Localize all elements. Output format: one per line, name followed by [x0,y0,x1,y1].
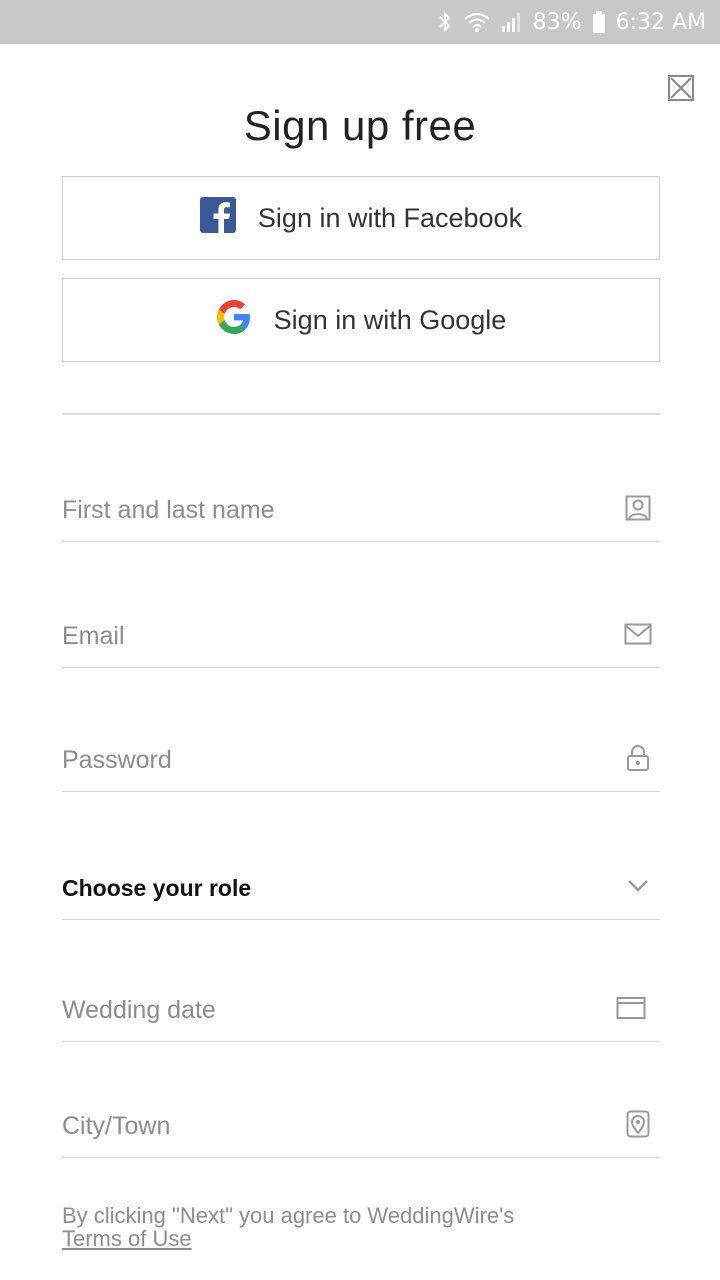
legal-notice: By clicking "Next" you agree to WeddingW… [62,1204,662,1250]
terms-of-use-link[interactable]: Terms of Use [62,1226,192,1251]
name-field [62,488,660,542]
city-field [62,1104,660,1158]
google-logo-icon [216,299,252,342]
password-input[interactable] [62,742,602,778]
role-select[interactable]: Choose your role [62,866,660,920]
city-input[interactable] [62,1108,602,1144]
wedding-date-field[interactable]: Wedding date [62,988,660,1042]
close-icon [668,75,694,101]
email-field [62,614,660,668]
wifi-icon [463,11,491,33]
calendar-icon [616,994,646,1022]
wedding-date-label: Wedding date [62,996,216,1024]
facebook-logo-icon [199,196,236,240]
facebook-signin-label: Sign in with Facebook [257,202,523,233]
battery-percent: 83% [532,9,582,35]
password-field [62,738,660,792]
chevron-down-icon [624,872,652,900]
close-button[interactable] [665,72,697,104]
lock-icon [624,744,652,772]
status-bar-right: 83% 6:32 AM [437,10,706,35]
status-bar: 83% 6:32 AM [0,0,720,44]
name-input[interactable] [62,492,602,528]
facebook-signin-button[interactable]: Sign in with Facebook [62,176,660,260]
location-pin-icon [624,1110,652,1138]
bluetooth-icon [437,10,453,34]
battery-icon [592,10,606,34]
google-signin-button[interactable]: Sign in with Google [62,278,660,362]
mail-icon [624,620,652,648]
google-signin-label: Sign in with Google [273,304,507,335]
legal-text: By clicking "Next" you agree to WeddingW… [62,1203,515,1228]
signup-screen: 83% 6:32 AM Sign up free Sign in with Fa… [0,0,720,1280]
divider [62,413,660,415]
email-input[interactable] [62,618,602,654]
role-select-label: Choose your role [62,875,252,901]
signal-icon [501,11,523,33]
page-title: Sign up free [243,102,477,149]
status-time: 6:32 AM [615,9,706,35]
person-icon [624,494,652,522]
